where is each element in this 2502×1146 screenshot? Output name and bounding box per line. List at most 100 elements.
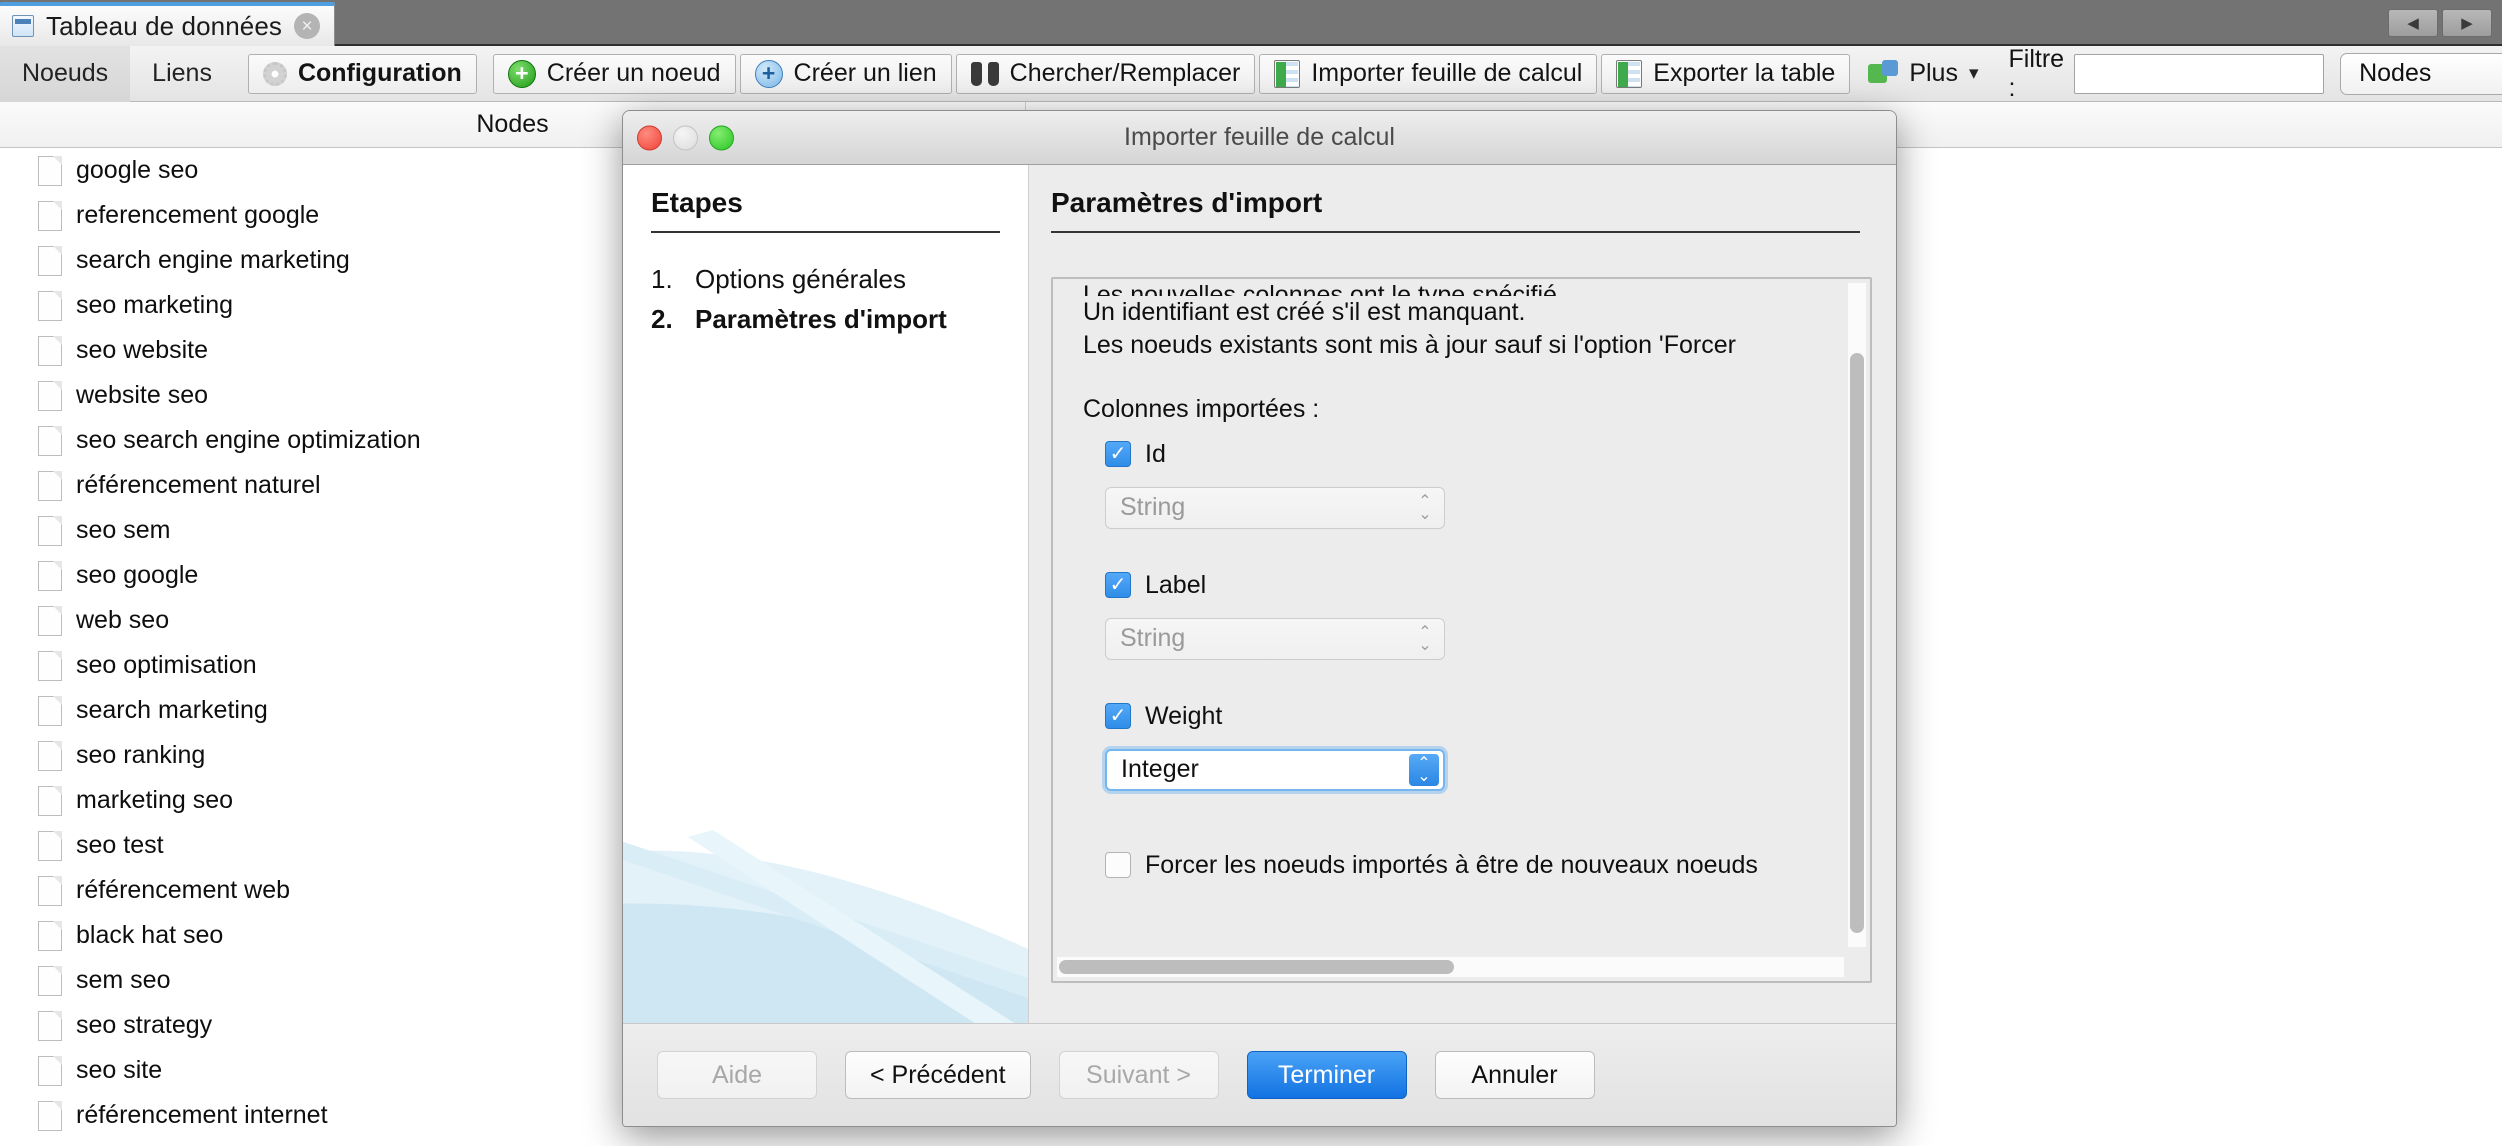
column-type-value: String xyxy=(1120,493,1186,521)
description-line-2: Un identifiant est créé s'il est manquan… xyxy=(1083,298,1526,326)
params-scroll-area[interactable]: Les nouvelles colonnes ont le type spéci… xyxy=(1051,277,1872,983)
tab-liens[interactable]: Liens xyxy=(130,46,234,102)
stepper-icon[interactable]: ⌃ ⌄ xyxy=(1410,491,1440,525)
node-label: search engine marketing xyxy=(76,246,350,274)
file-icon xyxy=(38,1100,62,1131)
file-icon xyxy=(38,695,62,726)
filter-input[interactable] xyxy=(2074,53,2325,94)
tab-noeuds[interactable]: Noeuds xyxy=(0,45,131,102)
node-label: seo strategy xyxy=(76,1011,213,1039)
column-toggle-row[interactable]: ✓ Label xyxy=(1105,571,1844,600)
configuration-button[interactable]: Configuration xyxy=(247,53,477,94)
minimize-button[interactable] xyxy=(673,125,698,150)
column-type-select-weight[interactable]: Integer ⌃ ⌄ xyxy=(1105,748,1445,791)
node-label: website seo xyxy=(76,381,209,409)
file-icon xyxy=(38,380,62,411)
column-name-label: Id xyxy=(1145,439,1166,468)
column-toggle-row[interactable]: ✓ Weight xyxy=(1105,702,1844,731)
column-checkbox-id[interactable]: ✓ xyxy=(1105,441,1131,467)
file-icon xyxy=(38,425,62,456)
terminer-button[interactable]: Terminer xyxy=(1246,1051,1407,1099)
step-item: 2. Paramètres d'import xyxy=(651,299,1028,339)
create-edge-button[interactable]: + Créer un lien xyxy=(739,53,952,94)
triangle-right-icon[interactable]: ▶ xyxy=(2442,9,2492,37)
search-replace-button[interactable]: Chercher/Remplacer xyxy=(955,53,1256,94)
force-new-nodes-checkbox[interactable] xyxy=(1105,852,1131,878)
file-icon xyxy=(38,335,62,366)
steps-heading: Etapes xyxy=(651,187,1000,233)
stepper-icon[interactable]: ⌃ ⌄ xyxy=(1409,753,1439,786)
document-tab-strip: Tableau de données × ◀ ▶ xyxy=(0,0,2502,46)
imported-columns-list: ✓ Id String ⌃ ⌄ ✓ Label String ⌃ ⌄ ✓ Weight Integer ⌃… xyxy=(1083,440,1844,791)
params-scroll-content: Les nouvelles colonnes ont le type spéci… xyxy=(1053,279,1844,951)
node-label: référencement naturel xyxy=(76,471,321,499)
more-button[interactable]: Plus ▾ xyxy=(1854,54,1992,94)
file-icon xyxy=(38,515,62,546)
vertical-scrollbar-thumb[interactable] xyxy=(1850,353,1864,933)
description-line-3: Les noeuds existants sont mis à jour sau… xyxy=(1083,331,1736,360)
import-description: Les nouvelles colonnes ont le type spéci… xyxy=(1083,279,1844,363)
horizontal-scrollbar[interactable] xyxy=(1057,957,1844,977)
node-label: seo ranking xyxy=(76,741,206,769)
vertical-scrollbar[interactable] xyxy=(1848,283,1866,947)
filter-label: Filtre : xyxy=(2008,44,2065,102)
scope-select[interactable]: Nodes ⌃⌄ xyxy=(2340,52,2502,95)
table-row[interactable]: referencement site xyxy=(0,1138,1026,1146)
dialog-footer: Aide < Précédent Suivant > Terminer Annuler xyxy=(623,1023,1896,1126)
close-button[interactable] xyxy=(637,125,662,150)
column-type-value: String xyxy=(1120,624,1186,652)
file-icon xyxy=(38,740,62,771)
column-type-select-id[interactable]: String ⌃ ⌄ xyxy=(1105,486,1445,529)
file-icon xyxy=(38,875,62,906)
stepper-icon[interactable]: ⌃ ⌄ xyxy=(1410,622,1440,656)
node-label: seo marketing xyxy=(76,291,234,319)
dialog-title: Importer feuille de calcul xyxy=(1124,123,1395,151)
steps-list: 1. Options générales 2. Paramètres d'import xyxy=(651,259,1028,340)
import-spreadsheet-button[interactable]: Importer feuille de calcul xyxy=(1259,53,1598,94)
précédent-button[interactable]: < Précédent xyxy=(845,1051,1031,1099)
table-icon xyxy=(12,15,34,37)
column-type-select-label[interactable]: String ⌃ ⌄ xyxy=(1105,617,1445,660)
column-checkbox-label[interactable]: ✓ xyxy=(1105,572,1131,598)
file-icon xyxy=(38,200,62,231)
close-icon[interactable]: × xyxy=(294,13,321,39)
force-new-nodes-label: Forcer les noeuds importés à être de nou… xyxy=(1145,850,1758,879)
more-button-label: Plus xyxy=(1909,59,1958,87)
node-label: black hat seo xyxy=(76,921,224,949)
dialog-body: Etapes 1. Options générales 2. Paramètres d… xyxy=(623,165,1896,1025)
column-type-value: Integer xyxy=(1121,755,1199,783)
step-item: 1. Options générales xyxy=(651,259,1028,299)
table-row-label[interactable]: referencement site xyxy=(1026,1138,2502,1146)
window-controls xyxy=(637,125,734,150)
node-label: seo optimisation xyxy=(76,651,257,679)
main-toolbar: Noeuds Liens Configuration + Créer un no… xyxy=(0,44,2502,102)
node-label: search marketing xyxy=(76,696,268,724)
node-label: seo search engine optimization xyxy=(76,426,421,454)
annuler-button[interactable]: Annuler xyxy=(1434,1051,1595,1099)
node-label: marketing seo xyxy=(76,786,234,814)
params-heading: Paramètres d'import xyxy=(1051,187,1860,233)
search-replace-button-label: Chercher/Remplacer xyxy=(1009,59,1241,87)
triangle-left-icon[interactable]: ◀ xyxy=(2388,9,2438,37)
configuration-button-label: Configuration xyxy=(297,59,462,87)
file-icon xyxy=(38,785,62,816)
zoom-button[interactable] xyxy=(709,125,734,150)
export-table-button[interactable]: Exporter la table xyxy=(1601,53,1851,94)
spreadsheet-icon xyxy=(1274,59,1301,88)
document-tab[interactable]: Tableau de données × xyxy=(0,2,336,46)
horizontal-scrollbar-thumb[interactable] xyxy=(1059,960,1454,974)
column-toggle-row[interactable]: ✓ Id xyxy=(1105,440,1844,469)
blue-plus-icon: + xyxy=(754,59,783,88)
tab-liens-label: Liens xyxy=(152,59,212,87)
column-name-label: Label xyxy=(1145,570,1207,599)
node-label: seo website xyxy=(76,336,209,364)
create-node-button[interactable]: + Créer un noeud xyxy=(492,53,736,94)
node-label: référencement web xyxy=(76,876,291,904)
params-pane: Paramètres d'import Les nouvelles colonn… xyxy=(1029,165,1896,1025)
description-line-1: Les nouvelles colonnes ont le type spéci… xyxy=(1083,281,1564,296)
force-new-nodes-row[interactable]: Forcer les noeuds importés à être de nou… xyxy=(1105,851,1844,880)
file-icon xyxy=(38,470,62,501)
column-checkbox-weight[interactable]: ✓ xyxy=(1105,703,1131,729)
tab-noeuds-label: Noeuds xyxy=(22,59,109,87)
decorative-swoosh xyxy=(623,735,1028,1025)
